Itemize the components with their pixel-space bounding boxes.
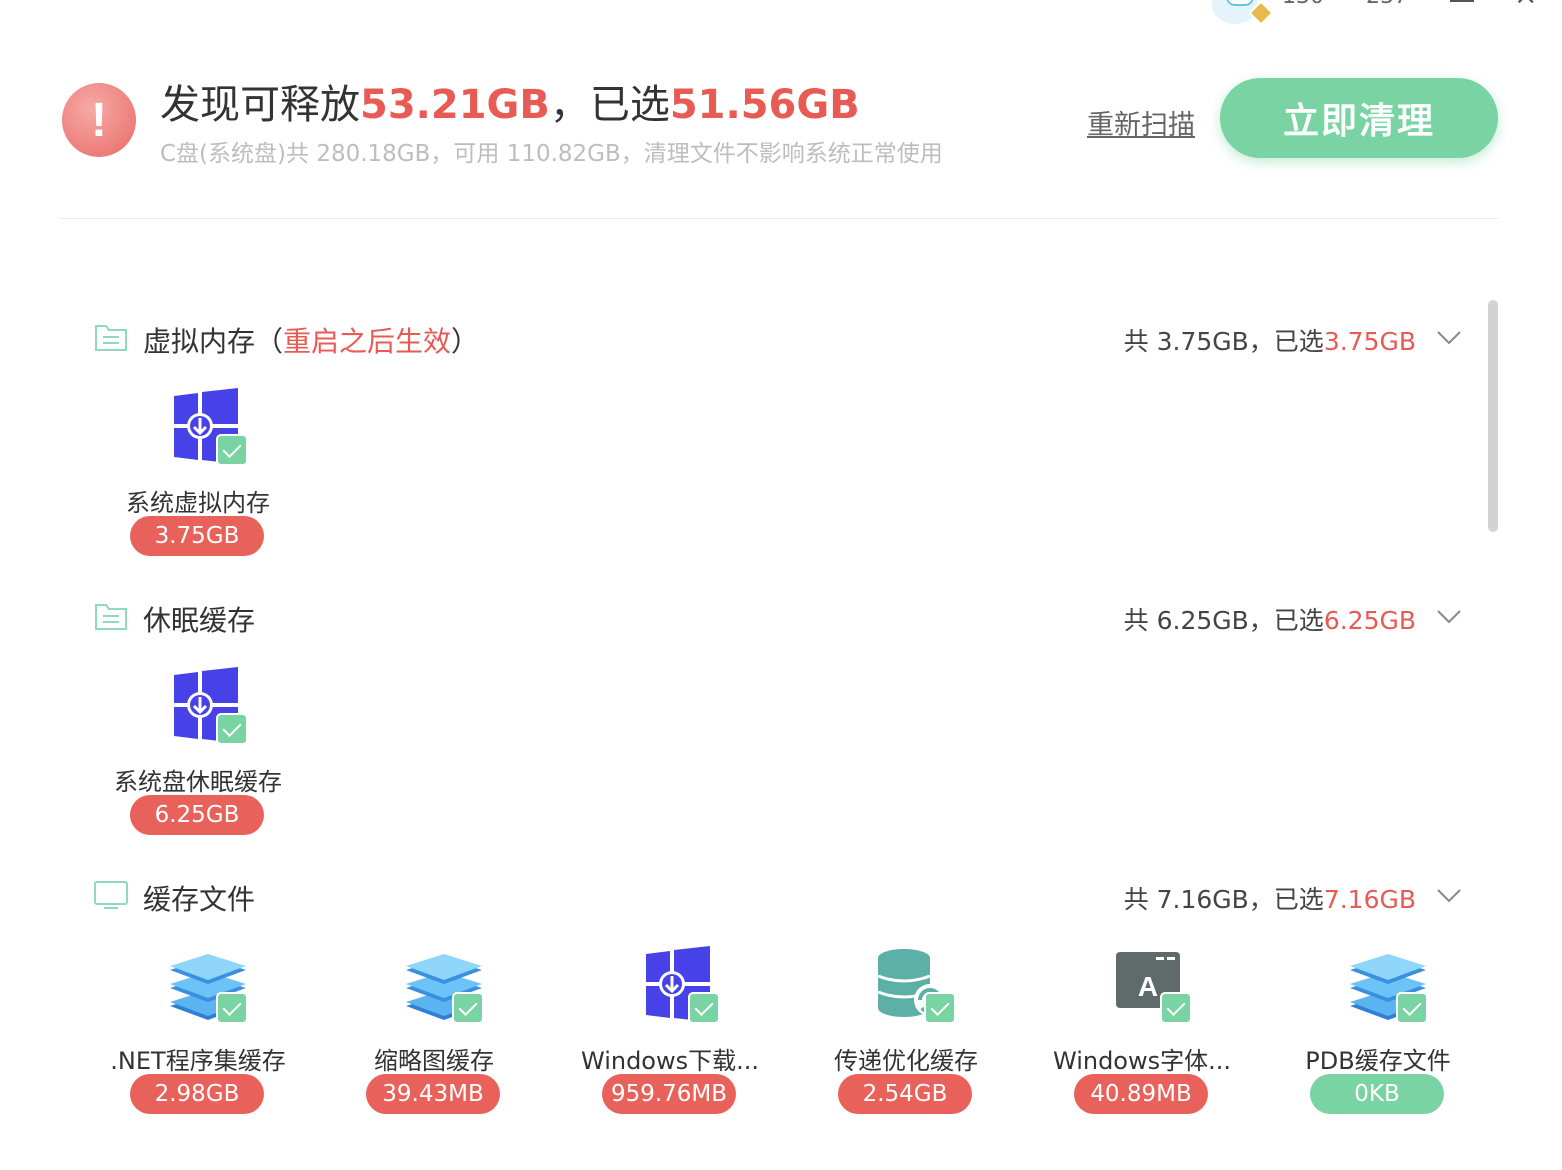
item-label: 系统盘休眠缓存 <box>114 768 282 796</box>
summary-prefix: 共 3.75GB，已选 <box>1123 327 1324 356</box>
summary-prefix: 共 7.16GB，已选 <box>1123 885 1324 914</box>
disk-info: C盘(系统盘)共 280.18GB，可用 110.82GB，清理文件不影响系统正… <box>160 141 943 167</box>
headline-mid: ，已选 <box>549 82 670 128</box>
item-label: Windows字体... <box>1052 1047 1232 1075</box>
item-system-hibernation-cache[interactable]: 系统盘休眠缓存 6.25GB <box>98 667 298 857</box>
size-badge: 6.25GB <box>130 795 264 835</box>
note-close: ） <box>451 325 480 358</box>
item-label: .NET程序集缓存 <box>110 1047 286 1075</box>
scrollbar[interactable] <box>1488 300 1498 532</box>
item-thumbnail-cache[interactable]: 缩略图缓存 39.43MB <box>334 946 534 1136</box>
checkbox-checked[interactable] <box>924 992 956 1024</box>
close-button[interactable]: × <box>1514 0 1537 9</box>
section-cache-files[interactable]: 缓存文件 共 7.16GB，已选7.16GB <box>94 878 1466 918</box>
section-summary: 共 7.16GB，已选7.16GB <box>1124 880 1416 916</box>
checkbox-checked[interactable] <box>216 434 248 466</box>
item-label: 传递优化缓存 <box>834 1047 978 1075</box>
size-badge: 40.89MB <box>1074 1074 1208 1114</box>
size-badge: 2.54GB <box>838 1074 972 1114</box>
stat-count-1: 130 <box>1282 0 1324 9</box>
checkbox-checked[interactable] <box>1160 992 1192 1024</box>
item-label: Windows下载... <box>580 1047 760 1075</box>
summary-prefix: 共 6.25GB，已选 <box>1123 606 1324 635</box>
selected-size: 51.56GB <box>669 82 860 128</box>
found-size: 53.21GB <box>360 82 550 128</box>
size-badge: 959.76MB <box>602 1074 736 1114</box>
note-open: （ <box>255 325 284 358</box>
avatar-icon <box>1226 0 1254 6</box>
item-windows-download[interactable]: Windows下载... 959.76MB <box>570 946 770 1136</box>
monitor-icon <box>94 880 128 910</box>
summary-selected: 7.16GB <box>1323 885 1416 914</box>
folder-icon <box>94 601 128 631</box>
rescan-link[interactable]: 重新扫描 <box>1087 103 1195 142</box>
checkbox-checked[interactable] <box>216 713 248 745</box>
item-system-virtual-memory[interactable]: 系统虚拟内存 3.75GB <box>98 388 298 578</box>
section-title-text: 虚拟内存 <box>143 325 256 358</box>
restart-note: 重启之后生效 <box>283 325 452 358</box>
item-label: 系统虚拟内存 <box>126 489 270 517</box>
section-virtual-memory[interactable]: 虚拟内存（重启之后生效） 共 3.75GB，已选3.75GB <box>94 320 1466 360</box>
section-summary: 共 6.25GB，已选6.25GB <box>1124 601 1416 637</box>
clean-now-button[interactable]: 立即清理 <box>1220 78 1498 158</box>
warning-icon: ! <box>62 83 136 157</box>
item-pdb-cache-files[interactable]: PDB缓存文件 0KB <box>1278 946 1478 1136</box>
summary-selected: 3.75GB <box>1323 327 1416 356</box>
title-bar: 130 237 × <box>1162 0 1562 26</box>
size-badge: 0KB <box>1310 1074 1444 1114</box>
checkbox-checked[interactable] <box>1396 992 1428 1024</box>
summary-selected: 6.25GB <box>1323 606 1416 635</box>
section-title: 虚拟内存（重启之后生效） <box>143 320 479 360</box>
section-title: 休眠缓存 <box>143 604 256 637</box>
checkbox-checked[interactable] <box>452 992 484 1024</box>
chevron-down-icon[interactable] <box>1436 882 1462 908</box>
chevron-down-icon[interactable] <box>1436 324 1462 350</box>
size-badge: 3.75GB <box>130 516 264 556</box>
size-badge: 39.43MB <box>366 1074 500 1114</box>
vip-badge-icon <box>1248 0 1274 26</box>
minimize-button[interactable] <box>1450 0 1474 2</box>
item-windows-font-cache[interactable]: Windows字体... 40.89MB <box>1042 946 1242 1136</box>
item-dotnet-assembly-cache[interactable]: .NET程序集缓存 2.98GB <box>98 946 298 1136</box>
section-hibernation-cache[interactable]: 休眠缓存 共 6.25GB，已选6.25GB <box>94 599 1466 639</box>
item-label: 缩略图缓存 <box>374 1047 494 1075</box>
item-label: PDB缓存文件 <box>1305 1047 1451 1075</box>
item-delivery-optimization-cache[interactable]: 传递优化缓存 2.54GB <box>806 946 1006 1136</box>
section-summary: 共 3.75GB，已选3.75GB <box>1124 322 1416 358</box>
checkbox-checked[interactable] <box>216 992 248 1024</box>
size-badge: 2.98GB <box>130 1074 264 1114</box>
user-avatar[interactable] <box>1212 0 1274 26</box>
page-title: 发现可释放53.21GB，已选51.56GB <box>160 72 860 130</box>
divider <box>60 218 1499 219</box>
folder-icon <box>94 322 128 352</box>
chevron-down-icon[interactable] <box>1436 603 1462 629</box>
section-title: 缓存文件 <box>143 883 256 916</box>
checkbox-checked[interactable] <box>688 992 720 1024</box>
headline-prefix: 发现可释放 <box>160 82 360 128</box>
stat-count-2: 237 <box>1366 0 1408 9</box>
